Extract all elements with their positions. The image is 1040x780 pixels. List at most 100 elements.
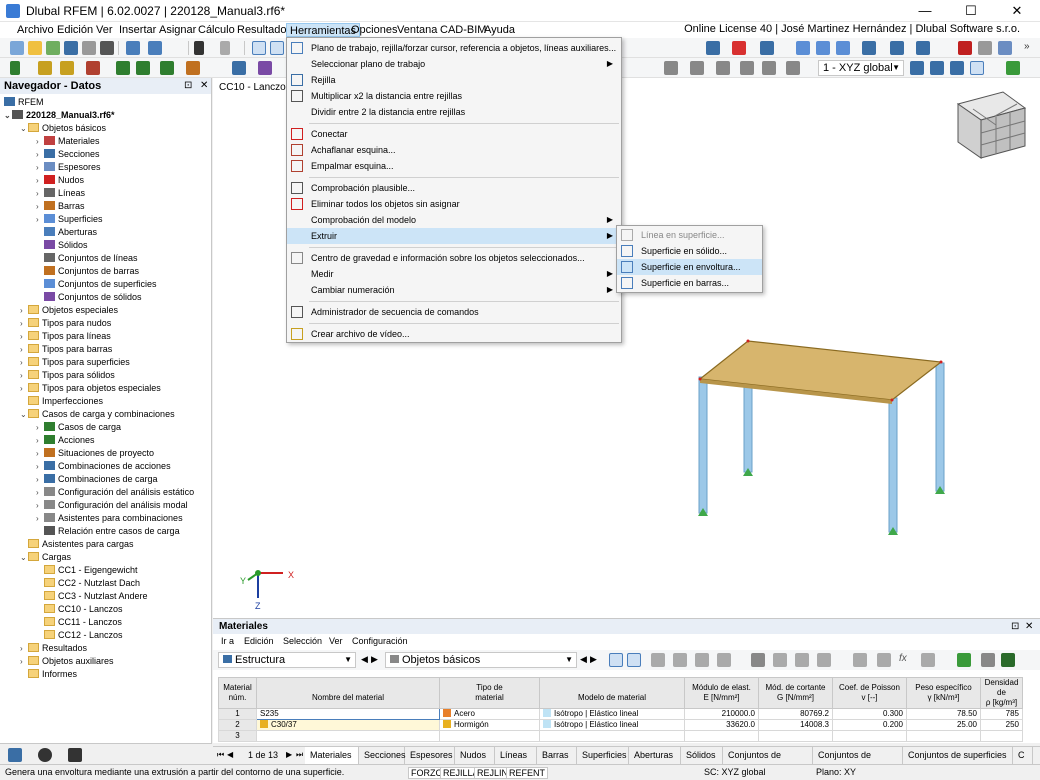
table-cell[interactable] (539, 730, 685, 742)
tree-item[interactable]: › Tipos para sólidos (20, 369, 115, 382)
tree-item[interactable]: ⌄ Objetos básicos (20, 122, 106, 135)
table-cell[interactable]: 0.300 (832, 708, 907, 720)
tree-item[interactable]: › Situaciones de proyecto (36, 447, 154, 460)
menu-item[interactable]: Plano de trabajo, rejilla/forzar cursor,… (287, 40, 621, 56)
menu-item[interactable]: Dividir entre 2 la distancia entre rejil… (287, 104, 621, 120)
table-cell[interactable]: 80769.2 (758, 708, 833, 720)
tab-1[interactable]: Secciones (359, 747, 406, 764)
table-cell[interactable] (758, 730, 833, 742)
member-icon[interactable] (60, 61, 74, 75)
menu-item[interactable]: Comprobación del modelo ▶ (287, 212, 621, 228)
table-cell[interactable]: Isótropo | Elástico lineal (539, 719, 685, 731)
table-cell[interactable] (256, 730, 440, 742)
table3-icon[interactable] (695, 653, 709, 667)
expand-icon[interactable]: › (20, 304, 28, 317)
expand-icon[interactable]: ⌄ (4, 109, 12, 122)
dim2-icon[interactable] (690, 61, 704, 75)
expand-icon[interactable]: › (36, 447, 44, 460)
menu-item[interactable]: Eliminar todos los objetos sin asignar (287, 196, 621, 212)
cs3-icon[interactable] (950, 61, 964, 75)
next-arrow-icon[interactable]: ▶ (371, 654, 378, 665)
last-page-icon[interactable]: ⏭ (296, 750, 303, 760)
table-cell[interactable]: Hormigón (439, 719, 540, 731)
table-cell[interactable] (980, 730, 1023, 742)
expand-icon[interactable]: › (20, 343, 28, 356)
table-cell[interactable]: 78.50 (906, 708, 981, 720)
menu-archivo[interactable]: Archivo (14, 23, 57, 37)
expand-icon[interactable]: › (36, 174, 44, 187)
table-row[interactable]: 3 (218, 730, 1023, 742)
tree-item[interactable]: › Casos de carga (36, 421, 121, 434)
tree-item[interactable]: › Objetos especiales (20, 304, 118, 317)
display3-icon[interactable] (836, 41, 850, 55)
expand-icon[interactable]: › (36, 187, 44, 200)
tab-8[interactable]: Sólidos (681, 747, 723, 764)
close-panel-icon[interactable]: ✕ (1025, 619, 1033, 634)
save-icon[interactable] (64, 41, 78, 55)
expand-icon[interactable]: › (20, 317, 28, 330)
tree-item[interactable]: › Nudos (36, 174, 84, 187)
table-cell[interactable]: Isótropo | Elástico lineal (539, 708, 685, 720)
tab-0[interactable]: Materiales (305, 747, 359, 764)
table-cell[interactable]: 250 (980, 719, 1023, 731)
expand-icon[interactable]: › (36, 434, 44, 447)
cs-icon[interactable] (910, 61, 924, 75)
table-cell[interactable]: 210000.0 (684, 708, 759, 720)
dim5-icon[interactable] (762, 61, 776, 75)
table-cell[interactable]: 33620.0 (684, 719, 759, 731)
mat-menu-ver[interactable]: Ver (329, 636, 343, 646)
report-icon[interactable] (126, 41, 140, 55)
tree-item[interactable]: Relación entre casos de carga (36, 525, 180, 538)
menu-item[interactable]: Empalmar esquina... (287, 158, 621, 174)
print-icon[interactable] (100, 41, 114, 55)
tree-item[interactable]: › Superficies (36, 213, 103, 226)
tab-10[interactable]: Conjuntos de barras (813, 747, 903, 777)
roof-slab[interactable] (698, 340, 943, 401)
tree-item[interactable]: › Acciones (36, 434, 95, 447)
table-cell[interactable] (906, 730, 981, 742)
menu-opciones[interactable]: Opciones (348, 23, 400, 37)
mat-menu-configuracion[interactable]: Configuración (352, 636, 408, 646)
dim6-icon[interactable] (786, 61, 800, 75)
filter2-icon[interactable] (627, 653, 641, 667)
mat-menu-edicion[interactable]: Edición (244, 636, 274, 646)
tree-item[interactable]: Conjuntos de barras (36, 265, 139, 278)
expand-icon[interactable]: › (36, 161, 44, 174)
dim3-icon[interactable] (716, 61, 730, 75)
tab-12[interactable]: C (1013, 747, 1033, 764)
tab-2[interactable]: Espesores (405, 747, 455, 764)
tree-item[interactable]: CC2 - Nutzlast Dach (36, 577, 140, 590)
view-cube[interactable] (956, 91, 1027, 159)
menu-item[interactable]: Medir ▶ (287, 266, 621, 282)
table9-icon[interactable] (877, 653, 891, 667)
expand-icon[interactable]: › (36, 473, 44, 486)
redo-icon[interactable] (220, 41, 230, 55)
collapse-icon[interactable]: ⌄ (20, 408, 28, 421)
menu-item[interactable]: Centro de gravedad e información sobre l… (287, 250, 621, 266)
export-table-icon[interactable] (957, 653, 971, 667)
table2-icon[interactable] (673, 653, 687, 667)
table-cell[interactable]: 785 (980, 708, 1023, 720)
tree-item[interactable]: › Espesores (36, 161, 101, 174)
menu-edicion[interactable]: Edición (54, 23, 96, 37)
table8-icon[interactable] (853, 653, 867, 667)
display-tab-icon[interactable] (38, 748, 52, 762)
table7-icon[interactable] (817, 653, 831, 667)
tree-item[interactable]: › Líneas (36, 187, 85, 200)
view-icon[interactable] (252, 41, 266, 55)
table-cell[interactable]: 3 (218, 730, 257, 742)
tab-7[interactable]: Aberturas (629, 747, 681, 764)
expand-icon[interactable]: › (36, 148, 44, 161)
menu-ventana[interactable]: Ventana (394, 23, 440, 37)
panel-icon[interactable] (270, 41, 284, 55)
tree-item[interactable]: › Tipos para nudos (20, 317, 111, 330)
maximize-button[interactable]: ☐ (948, 0, 994, 22)
tree-item[interactable]: › Combinaciones de acciones (36, 460, 171, 473)
menu-item[interactable]: Crear archivo de vídeo... (287, 326, 621, 342)
tree-item[interactable]: › Resultados (20, 642, 87, 655)
open-icon[interactable] (28, 41, 42, 55)
minimize-button[interactable]: — (902, 0, 948, 22)
solid-icon[interactable] (258, 61, 272, 75)
cs2-icon[interactable] (930, 61, 944, 75)
structure-select[interactable]: Estructura ▼ (218, 652, 356, 668)
